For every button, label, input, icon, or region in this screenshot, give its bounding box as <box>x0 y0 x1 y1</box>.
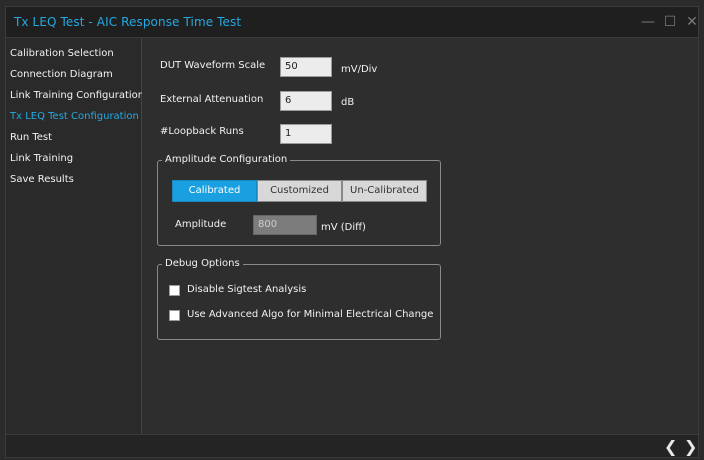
loopback-runs-input[interactable]: 1 <box>280 124 332 144</box>
dut-waveform-scale-label: DUT Waveform Scale <box>160 60 266 71</box>
sidebar-item-link-training-configuration[interactable]: Link Training Configuration <box>10 90 144 101</box>
un-calibrated-option-button[interactable]: Un-Calibrated <box>342 180 427 202</box>
dut-waveform-scale-unit: mV/Div <box>341 64 378 75</box>
previous-arrow-icon[interactable]: ❮ <box>664 437 677 456</box>
external-attenuation-input[interactable]: 6 <box>280 91 332 111</box>
app-window: Tx LEQ Test - AIC Response Time Test — ☐… <box>5 6 699 458</box>
amplitude-unit: mV (Diff) <box>321 222 366 233</box>
amplitude-input: 800 <box>253 215 317 235</box>
sidebar-item-link-training[interactable]: Link Training <box>10 153 73 164</box>
customized-option-button[interactable]: Customized <box>257 180 342 202</box>
close-icon[interactable]: ✕ <box>682 12 702 32</box>
external-attenuation-label: External Attenuation <box>160 94 264 105</box>
footer-bar: ❮ ❯ <box>6 434 698 457</box>
loopback-runs-label: #Loopback Runs <box>160 126 244 137</box>
sidebar-item-tx-leq-test-configuration[interactable]: Tx LEQ Test Configuration <box>10 111 139 122</box>
calibrated-option-button[interactable]: Calibrated <box>172 180 257 202</box>
title-bar: Tx LEQ Test - AIC Response Time Test — ☐… <box>6 7 698 38</box>
sidebar-item-connection-diagram[interactable]: Connection Diagram <box>10 69 113 80</box>
window-title: Tx LEQ Test - AIC Response Time Test <box>14 15 242 29</box>
amplitude-configuration-group: Amplitude Configuration Calibrated Custo… <box>157 154 441 246</box>
advanced-algo-label[interactable]: Use Advanced Algo for Minimal Electrical… <box>187 309 433 320</box>
sidebar-item-calibration-selection[interactable]: Calibration Selection <box>10 48 114 59</box>
amplitude-configuration-legend: Amplitude Configuration <box>162 154 291 165</box>
dut-waveform-scale-input[interactable]: 50 <box>280 57 332 77</box>
minimize-icon[interactable]: — <box>638 12 658 32</box>
next-arrow-icon[interactable]: ❯ <box>684 437 697 456</box>
sidebar-item-save-results[interactable]: Save Results <box>10 174 74 185</box>
advanced-algo-checkbox[interactable] <box>169 310 180 321</box>
debug-options-legend: Debug Options <box>162 258 243 269</box>
external-attenuation-unit: dB <box>341 97 355 108</box>
disable-sigtest-checkbox[interactable] <box>169 285 180 296</box>
sidebar-nav: Calibration Selection Connection Diagram… <box>6 38 144 436</box>
debug-options-group: Debug Options Disable Sigtest Analysis U… <box>157 258 441 340</box>
sidebar-item-run-test[interactable]: Run Test <box>10 132 52 143</box>
disable-sigtest-label[interactable]: Disable Sigtest Analysis <box>187 284 306 295</box>
maximize-icon[interactable]: ☐ <box>660 12 680 32</box>
amplitude-label: Amplitude <box>175 219 227 230</box>
main-content: DUT Waveform Scale 50 mV/Div External At… <box>142 38 698 436</box>
